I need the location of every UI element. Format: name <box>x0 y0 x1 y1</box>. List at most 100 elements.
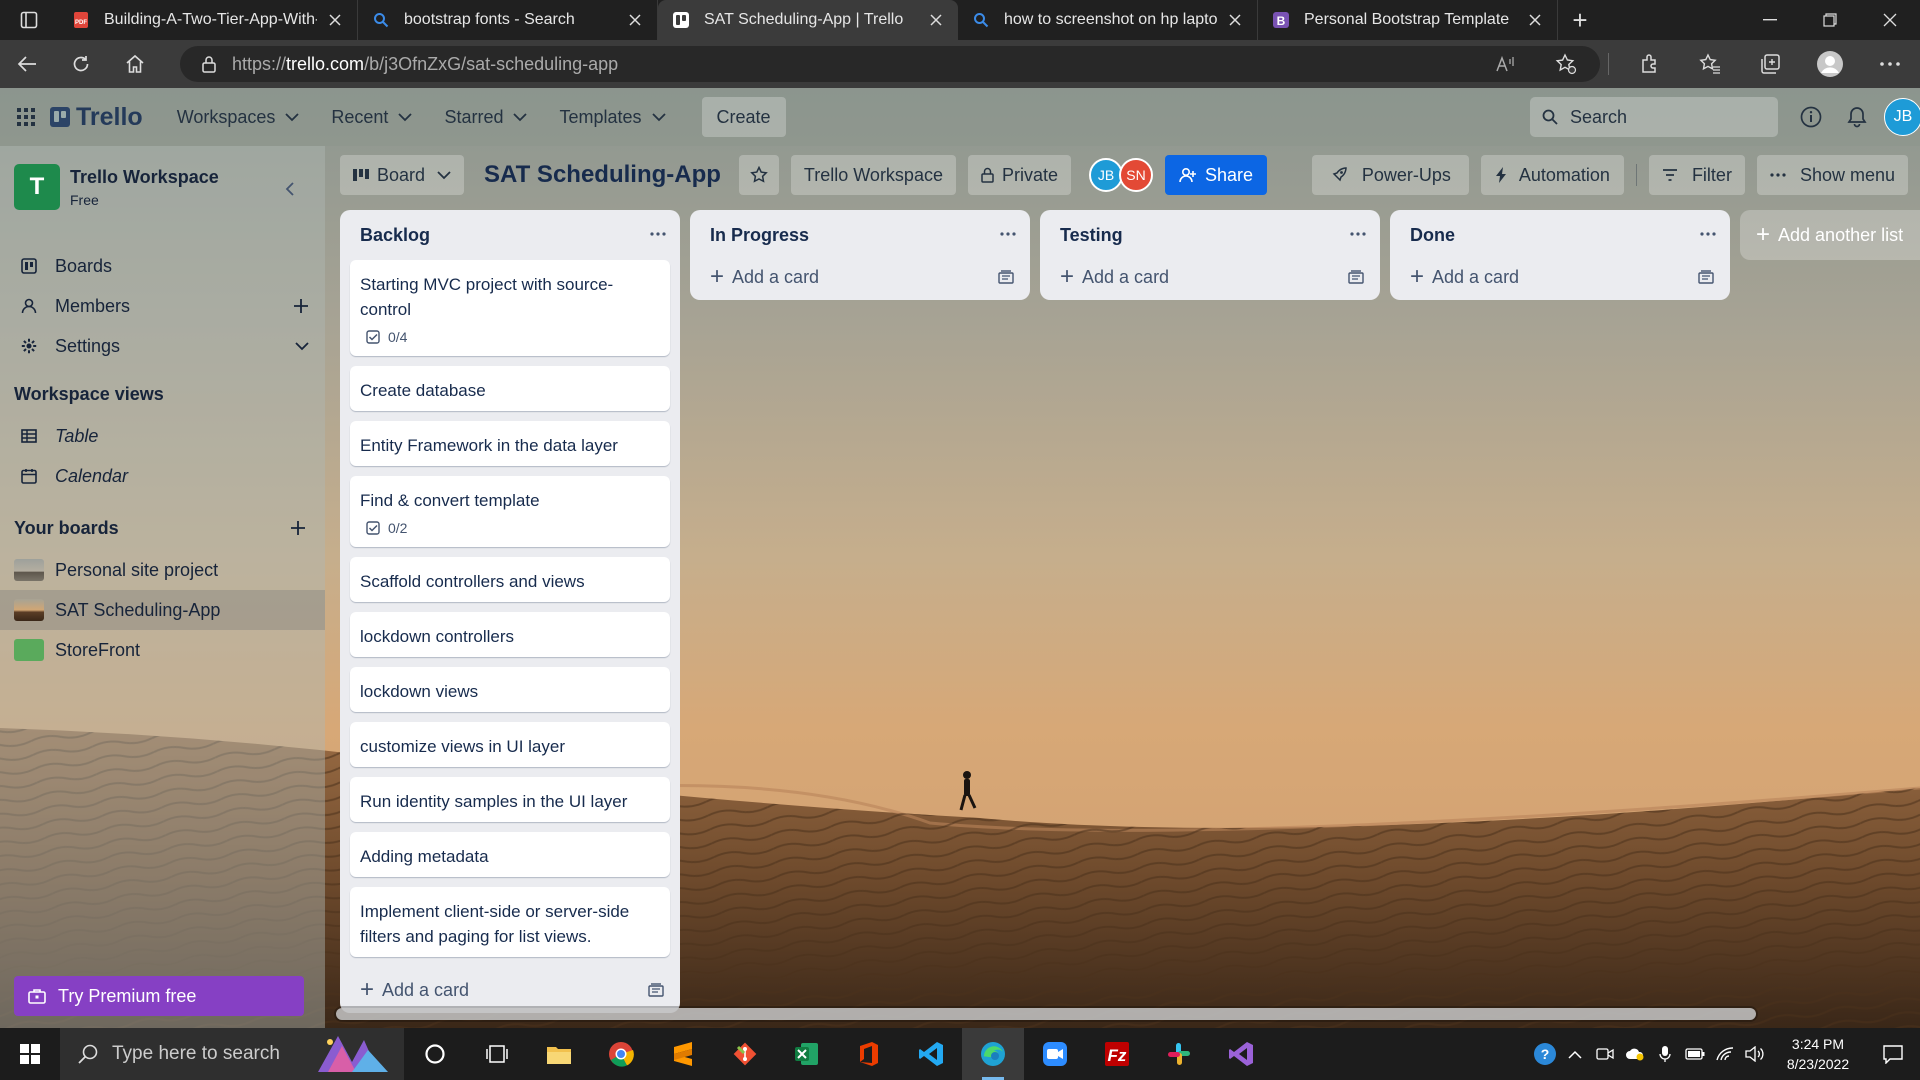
card-identity-samples[interactable]: Run identity samples in the UI layer <box>350 777 670 822</box>
app-switcher-icon[interactable] <box>2 108 50 126</box>
workspace-header[interactable]: T Trello Workspace Free <box>14 164 219 210</box>
card-metadata[interactable]: Adding metadata <box>350 832 670 877</box>
sidebar-board-sat-scheduling[interactable]: SAT Scheduling-App <box>0 590 325 630</box>
chrome-icon[interactable] <box>590 1028 652 1080</box>
scrollbar-thumb[interactable] <box>336 1008 1756 1020</box>
card-template-icon[interactable] <box>648 983 664 997</box>
search-input[interactable]: Search <box>1530 97 1778 137</box>
help-icon[interactable]: ? <box>1530 1042 1560 1066</box>
browser-tab[interactable]: bootstrap fonts - Search <box>358 0 658 40</box>
taskbar-search-input[interactable]: Type here to search <box>60 1028 404 1080</box>
info-icon[interactable] <box>1788 106 1834 128</box>
member-avatar-sn[interactable]: SN <box>1119 158 1153 192</box>
card-lockdown-controllers[interactable]: lockdown controllers <box>350 612 670 657</box>
member-avatar-jb[interactable]: JB <box>1089 158 1123 192</box>
list-header[interactable]: Testing <box>1040 210 1380 260</box>
refresh-icon[interactable] <box>54 40 108 88</box>
card-template-icon[interactable] <box>1348 270 1364 284</box>
show-menu-button[interactable]: Show menu <box>1756 155 1908 195</box>
list-menu-icon[interactable] <box>1700 224 1716 244</box>
add-card-button[interactable]: + Add a card <box>1390 254 1730 300</box>
add-board-icon[interactable] <box>290 520 306 536</box>
url-field[interactable]: https://trello.com/b/j3OfnZxG/sat-schedu… <box>180 46 1600 82</box>
sidebar-item-table[interactable]: Table <box>0 416 325 456</box>
try-premium-button[interactable]: Try Premium free <box>14 976 304 1016</box>
back-icon[interactable] <box>0 40 54 88</box>
add-card-button[interactable]: + Add a card <box>1040 254 1380 300</box>
add-card-button[interactable]: + Add a card <box>690 254 1030 300</box>
close-tab-icon[interactable] <box>1525 10 1545 30</box>
list-header[interactable]: Done <box>1390 210 1730 260</box>
list-menu-icon[interactable] <box>1000 224 1016 244</box>
wifi-icon[interactable] <box>1710 1046 1740 1062</box>
task-view-icon[interactable] <box>466 1028 528 1080</box>
card-customize-views[interactable]: customize views in UI layer <box>350 722 670 767</box>
sidebar-board-storefront[interactable]: StoreFront <box>0 630 325 670</box>
list-header[interactable]: In Progress <box>690 210 1030 260</box>
zoom-icon[interactable] <box>1024 1028 1086 1080</box>
card-lockdown-views[interactable]: lockdown views <box>350 667 670 712</box>
settings-more-icon[interactable] <box>1860 40 1920 88</box>
sidebar-board-personal-site[interactable]: Personal site project <box>0 550 325 590</box>
power-ups-button[interactable]: Power-Ups <box>1311 155 1469 195</box>
share-button[interactable]: Share <box>1165 155 1268 195</box>
windows-start-icon[interactable] <box>0 1028 60 1080</box>
restore-icon[interactable] <box>1800 0 1860 40</box>
close-tab-icon[interactable] <box>1225 10 1245 30</box>
sublime-icon[interactable] <box>652 1028 714 1080</box>
browser-tab[interactable]: SAT Scheduling-App | Trello <box>658 0 958 40</box>
edge-icon[interactable] <box>962 1028 1024 1080</box>
list-menu-icon[interactable] <box>1350 224 1366 244</box>
lock-icon[interactable] <box>202 55 216 73</box>
close-tab-icon[interactable] <box>926 10 946 30</box>
recent-menu[interactable]: Recent <box>321 97 422 137</box>
card-entity-framework[interactable]: Entity Framework in the data layer <box>350 421 670 466</box>
volume-icon[interactable] <box>1740 1046 1770 1062</box>
favorites-icon[interactable] <box>1680 40 1740 88</box>
taskbar-clock[interactable]: 3:24 PM 8/23/2022 <box>1770 1034 1866 1074</box>
show-hidden-icons-icon[interactable] <box>1560 1050 1590 1059</box>
battery-icon[interactable] <box>1680 1048 1710 1060</box>
card-template-icon[interactable] <box>998 270 1014 284</box>
read-aloud-icon[interactable] <box>1476 40 1536 88</box>
tab-actions-icon[interactable] <box>0 0 58 40</box>
card-filters-paging[interactable]: Implement client-side or server-side fil… <box>350 887 670 957</box>
add-list-button[interactable]: + Add another list <box>1740 210 1920 260</box>
browser-tab[interactable]: PDF Building-A-Two-Tier-App-With-I <box>58 0 358 40</box>
card-template-icon[interactable] <box>1698 270 1714 284</box>
notifications-bell-icon[interactable] <box>1834 106 1880 128</box>
automation-button[interactable]: Automation <box>1480 155 1624 195</box>
browser-tab[interactable]: B Personal Bootstrap Template <box>1258 0 1558 40</box>
card-find-template[interactable]: Find & convert template 0/2 <box>350 476 670 547</box>
notifications-icon[interactable] <box>1866 1044 1920 1064</box>
create-button[interactable]: Create <box>701 97 786 137</box>
board-view-switcher[interactable]: Board <box>340 155 465 195</box>
cortana-icon[interactable] <box>404 1028 466 1080</box>
onedrive-icon[interactable] <box>1620 1047 1650 1061</box>
card-mvc-project[interactable]: Starting MVC project with source-control… <box>350 260 670 356</box>
workspace-visibility-button[interactable]: Trello Workspace <box>790 155 956 195</box>
profile-icon[interactable] <box>1800 40 1860 88</box>
trello-logo[interactable]: Trello <box>50 103 143 132</box>
vscode-icon[interactable] <box>900 1028 962 1080</box>
close-tab-icon[interactable] <box>325 10 345 30</box>
sidebar-item-members[interactable]: Members <box>0 286 325 326</box>
sidebar-item-calendar[interactable]: Calendar <box>0 456 325 496</box>
card-scaffold[interactable]: Scaffold controllers and views <box>350 557 670 602</box>
home-icon[interactable] <box>108 40 162 88</box>
list-menu-icon[interactable] <box>650 224 666 244</box>
extensions-icon[interactable] <box>1620 40 1680 88</box>
close-window-icon[interactable] <box>1860 0 1920 40</box>
new-tab-button[interactable]: + <box>1558 0 1602 40</box>
sidebar-item-boards[interactable]: Boards <box>0 246 325 286</box>
board-horizontal-scrollbar[interactable] <box>334 1006 1758 1022</box>
templates-menu[interactable]: Templates <box>549 97 675 137</box>
account-avatar[interactable]: JB <box>1880 98 1920 136</box>
minimize-icon[interactable] <box>1740 0 1800 40</box>
office-icon[interactable] <box>838 1028 900 1080</box>
close-tab-icon[interactable] <box>625 10 645 30</box>
chevron-down-icon[interactable] <box>295 341 309 351</box>
file-explorer-icon[interactable] <box>528 1028 590 1080</box>
microphone-icon[interactable] <box>1650 1045 1680 1063</box>
card-create-database[interactable]: Create database <box>350 366 670 411</box>
